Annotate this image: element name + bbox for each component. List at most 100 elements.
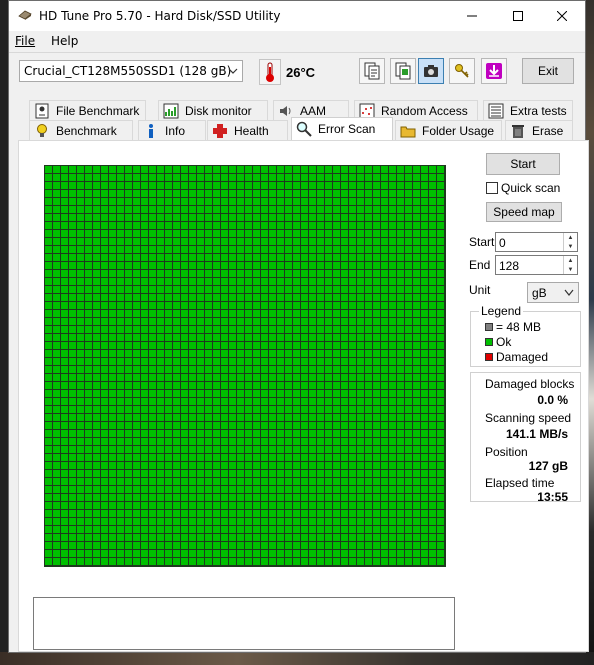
exit-button[interactable]: Exit bbox=[522, 58, 574, 84]
thermometer-icon bbox=[259, 59, 281, 85]
app-window: HD Tune Pro 5.70 - Hard Disk/SSD Utility… bbox=[8, 0, 589, 653]
tab-health[interactable]: Health bbox=[207, 120, 288, 140]
end-range-input[interactable]: 128 ▲ ▼ bbox=[495, 255, 578, 275]
tab-label: Disk monitor bbox=[185, 103, 252, 118]
legend-block-size: = 48 MB bbox=[485, 320, 541, 334]
keys-icon bbox=[455, 64, 469, 78]
copy-image-icon bbox=[395, 62, 411, 80]
tab-folder-usage[interactable]: Folder Usage bbox=[395, 120, 502, 140]
hard-disk-icon bbox=[18, 10, 32, 20]
tab-disk-monitor[interactable]: Disk monitor bbox=[158, 100, 268, 120]
spin-down-icon[interactable]: ▼ bbox=[563, 265, 577, 274]
minimize-icon bbox=[467, 15, 477, 17]
start-range-value: 0 bbox=[499, 236, 506, 250]
temperature-readout: 26°C bbox=[286, 65, 316, 80]
end-range-label: End bbox=[469, 258, 491, 272]
chevron-down-icon bbox=[228, 68, 238, 74]
quick-scan-label: Quick scan bbox=[501, 181, 561, 195]
scanning-speed-label: Scanning speed bbox=[485, 411, 572, 425]
file-benchmark-icon bbox=[34, 103, 50, 119]
damaged-blocks-value: 0.0 % bbox=[537, 393, 568, 407]
copy-text-icon bbox=[364, 62, 380, 80]
options-button[interactable] bbox=[449, 58, 475, 84]
copy-image-button[interactable] bbox=[390, 58, 416, 84]
position-value: 127 gB bbox=[528, 459, 568, 473]
tab-label: Folder Usage bbox=[422, 123, 495, 138]
legend-ok-text: Ok bbox=[496, 335, 512, 349]
minimize-button[interactable] bbox=[449, 1, 495, 31]
tab-file-benchmark[interactable]: File Benchmark bbox=[29, 100, 146, 120]
unit-label: Unit bbox=[469, 283, 491, 297]
disk-monitor-icon bbox=[163, 103, 179, 119]
tab-label: Random Access bbox=[381, 103, 468, 118]
scanning-speed-value: 141.1 MB/s bbox=[505, 427, 568, 441]
desktop-background-left bbox=[0, 0, 8, 665]
tab-info[interactable]: Info bbox=[138, 120, 206, 140]
tab-erase[interactable]: Erase bbox=[505, 120, 573, 140]
legend-damaged: Damaged bbox=[485, 350, 548, 364]
position-label: Position bbox=[485, 445, 528, 459]
ok-swatch-icon bbox=[485, 338, 493, 346]
title-bar[interactable]: HD Tune Pro 5.70 - Hard Disk/SSD Utility bbox=[9, 1, 585, 31]
maximize-icon bbox=[513, 11, 523, 21]
elapsed-time-label: Elapsed time bbox=[485, 476, 555, 490]
desktop-background-bottom bbox=[0, 652, 594, 665]
start-range-input[interactable]: 0 ▲ ▼ bbox=[495, 232, 578, 252]
legend-title: Legend bbox=[479, 304, 524, 318]
tab-label: Error Scan bbox=[318, 122, 376, 136]
menu-help[interactable]: Help bbox=[51, 34, 78, 48]
unit-select-value: gB bbox=[532, 286, 547, 300]
quick-scan-checkbox[interactable] bbox=[486, 182, 498, 194]
window-title: HD Tune Pro 5.70 - Hard Disk/SSD Utility bbox=[39, 9, 281, 23]
tab-label: Extra tests bbox=[510, 103, 567, 118]
drive-select[interactable]: Crucial_CT128M550SSD1 (128 gB) bbox=[19, 60, 243, 82]
tab-label: Health bbox=[234, 123, 269, 138]
legend-box: Legend = 48 MB Ok Damaged bbox=[470, 304, 581, 367]
legend-block-text: = 48 MB bbox=[496, 320, 542, 334]
damaged-blocks-label: Damaged blocks bbox=[485, 377, 575, 391]
end-range-value: 128 bbox=[499, 259, 520, 273]
tab-benchmark[interactable]: Benchmark bbox=[29, 120, 133, 140]
lightbulb-icon bbox=[34, 123, 50, 139]
trash-icon bbox=[510, 123, 526, 139]
menu-file[interactable]: File bbox=[15, 34, 35, 48]
tab-label: Erase bbox=[532, 123, 564, 138]
start-range-label: Start bbox=[469, 235, 495, 249]
screenshot-button[interactable] bbox=[418, 58, 444, 84]
close-icon bbox=[557, 11, 567, 21]
spin-up-icon[interactable]: ▲ bbox=[563, 233, 577, 242]
toolbar: Crucial_CT128M550SSD1 (128 gB) 26°C Exit bbox=[9, 52, 585, 90]
tab-label: Benchmark bbox=[56, 123, 117, 138]
error-scan-panel: Start Quick scan Speed map Start 0 ▲ ▼ E… bbox=[18, 140, 589, 652]
scan-log-box[interactable] bbox=[33, 597, 455, 650]
tab-label: Info bbox=[165, 123, 186, 138]
spin-up-icon[interactable]: ▲ bbox=[563, 256, 577, 265]
elapsed-time-value: 13:55 bbox=[537, 490, 568, 504]
close-button[interactable] bbox=[539, 1, 585, 31]
scan-stats-box: Damaged blocks 0.0 % Scanning speed 141.… bbox=[470, 372, 581, 504]
speed-map-button[interactable]: Speed map bbox=[486, 202, 562, 222]
copy-text-button[interactable] bbox=[359, 58, 385, 84]
legend-damaged-text: Damaged bbox=[496, 350, 549, 364]
tab-extra-tests[interactable]: Extra tests bbox=[483, 100, 573, 120]
download-arrow-icon bbox=[486, 63, 502, 79]
legend-ok: Ok bbox=[485, 335, 511, 349]
tab-error-scan[interactable]: Error Scan bbox=[291, 117, 393, 140]
drive-select-value: Crucial_CT128M550SSD1 (128 gB) bbox=[24, 64, 232, 78]
info-icon bbox=[143, 123, 159, 139]
health-cross-icon bbox=[212, 123, 228, 139]
tab-label: File Benchmark bbox=[56, 103, 140, 118]
save-button[interactable] bbox=[481, 58, 507, 84]
damaged-swatch-icon bbox=[485, 353, 493, 361]
chevron-down-icon bbox=[564, 289, 574, 296]
start-scan-button[interactable]: Start bbox=[486, 153, 560, 175]
camera-icon bbox=[424, 65, 438, 77]
unit-select[interactable]: gB bbox=[527, 282, 579, 303]
folder-icon bbox=[400, 123, 416, 139]
magnifier-icon bbox=[296, 121, 312, 137]
tab-label: AAM bbox=[300, 103, 327, 118]
extra-tests-icon bbox=[488, 103, 504, 119]
spin-down-icon[interactable]: ▼ bbox=[563, 242, 577, 251]
maximize-button[interactable] bbox=[495, 1, 541, 31]
menu-bar: File Help bbox=[9, 31, 585, 52]
